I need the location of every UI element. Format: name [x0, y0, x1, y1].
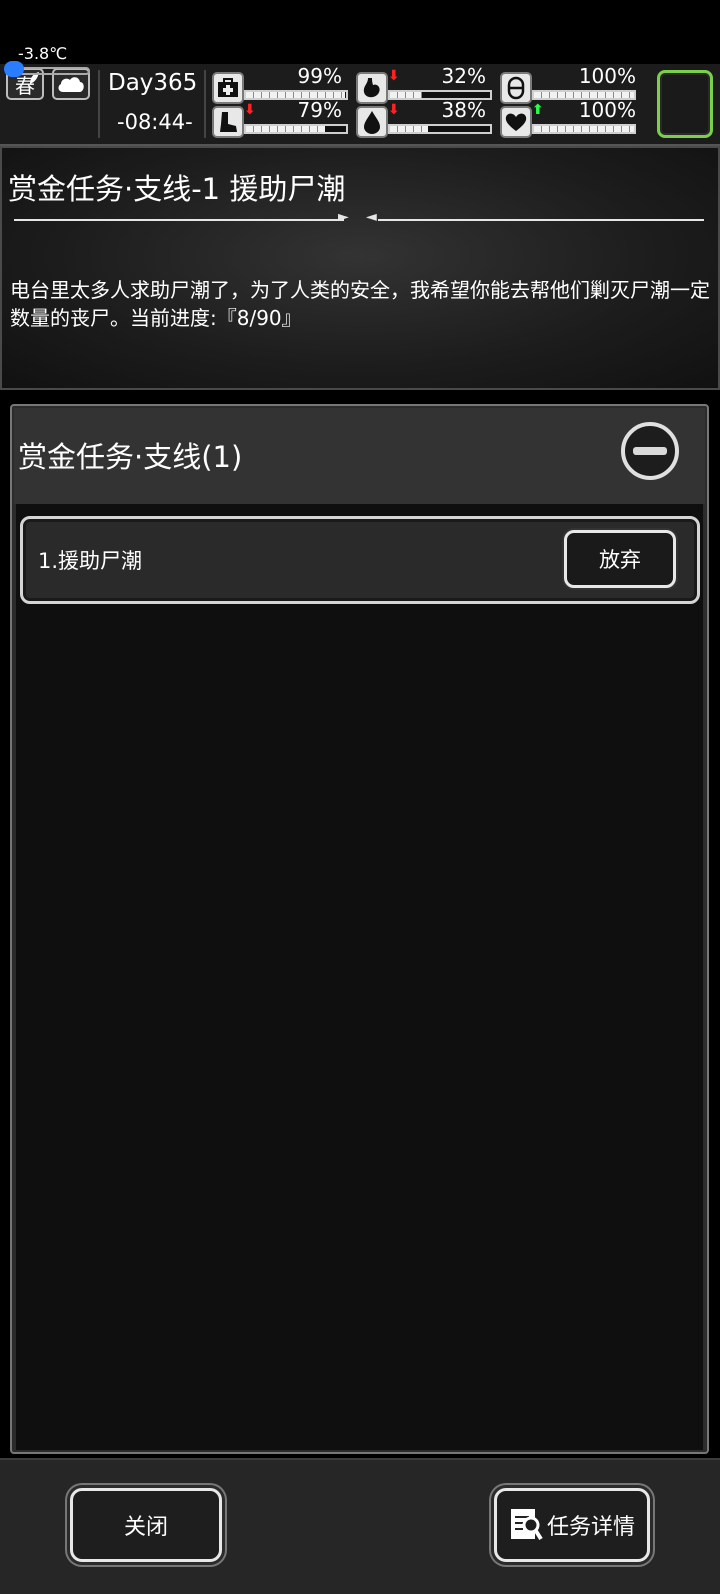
task-description: 电台里太多人求助尸潮了，为了人类的安全，我希望你能去帮他们剿灭尸潮一定数量的丧尸…: [10, 278, 710, 330]
task-category-title: 赏金任务·支线(1): [18, 440, 243, 474]
temperature-label: -3.8℃: [18, 44, 68, 63]
title-divider-left: [14, 219, 344, 221]
abandon-button[interactable]: 放弃: [564, 530, 676, 588]
stat-bar: [388, 124, 492, 134]
day-counter: Day365: [108, 70, 198, 96]
clock-label: -08:44-: [117, 110, 193, 134]
stat-percent: 38%: [441, 98, 486, 122]
stat-percent: 99%: [297, 64, 342, 88]
title-divider-right: [378, 219, 704, 221]
arrow-right-icon: ►: [338, 209, 349, 225]
stat-percent: 100%: [578, 64, 636, 88]
stat-bar: [532, 124, 636, 134]
document-search-icon: [510, 1509, 543, 1541]
cloud-icon: [58, 77, 84, 92]
divider: [98, 70, 100, 138]
task-details-button[interactable]: 任务详情: [494, 1488, 650, 1562]
close-label: 关闭: [123, 1515, 168, 1540]
stat-bar: [244, 124, 348, 134]
equipment-slot[interactable]: [657, 70, 713, 138]
close-button[interactable]: 关闭: [70, 1488, 222, 1562]
stat-percent: 100%: [578, 98, 636, 122]
minus-icon: [633, 447, 667, 455]
water-drop-icon: [356, 106, 388, 138]
task-details-label: 任务详情: [546, 1515, 635, 1540]
stat-percent: 79%: [297, 98, 342, 122]
capsule-icon: [500, 72, 532, 104]
task-list-body[interactable]: [16, 504, 703, 1450]
divider: [204, 70, 206, 138]
task-item-label: 1.援助尸潮: [38, 549, 143, 573]
heart-icon: [500, 106, 532, 138]
stat-percent: 32%: [441, 64, 486, 88]
task-title: 赏金任务·支线-1 援助尸潮: [8, 172, 346, 206]
stomach-icon: [356, 72, 388, 104]
medkit-icon: [212, 72, 244, 104]
thermometer-bulb: [4, 61, 24, 77]
boot-icon: [212, 106, 244, 138]
collapse-button[interactable]: [621, 422, 679, 480]
trend-up-icon: ⬆: [532, 102, 544, 118]
arrow-left-icon: ◄: [366, 209, 377, 225]
